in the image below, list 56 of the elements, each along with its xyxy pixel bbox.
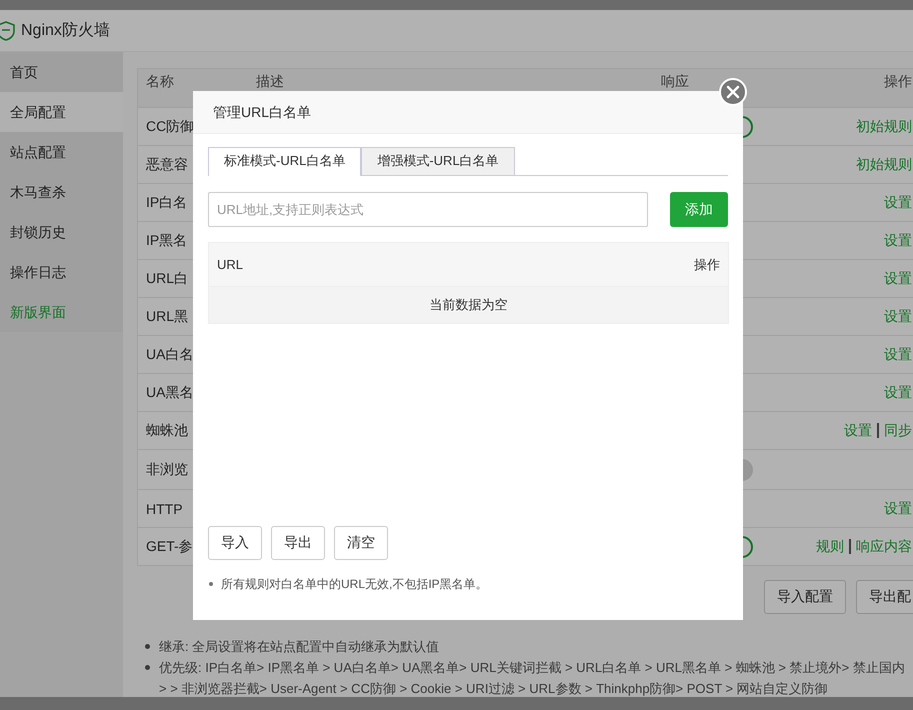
table-cell: 恶意容: [146, 156, 188, 172]
table-cell: IP黑名: [146, 232, 188, 248]
action-link[interactable]: 设置: [884, 232, 912, 250]
note-text: 继承: 全局设置将在站点配置中自动继承为默认值: [159, 638, 440, 656]
action-link[interactable]: 同步: [884, 422, 912, 440]
sidebar-item[interactable]: 新版界面: [0, 292, 123, 332]
add-button[interactable]: 添加: [670, 192, 728, 227]
app-title: Nginx防火墙: [21, 20, 110, 41]
dialog-title: 管理URL白名单: [193, 91, 743, 134]
table-cell: HTTP: [146, 500, 183, 516]
table-cell: 蜘蛛池: [146, 422, 188, 438]
tab[interactable]: 增强模式-URL白名单: [361, 147, 515, 175]
action-link[interactable]: 初始规则: [856, 118, 912, 136]
action-link[interactable]: 设置: [884, 308, 912, 326]
config-button[interactable]: 导出配: [856, 580, 913, 614]
sidebar-item[interactable]: 首页: [0, 52, 123, 92]
config-button[interactable]: 导入配置: [764, 580, 846, 614]
bullet-icon: [145, 644, 150, 649]
action-link[interactable]: 设置: [884, 500, 912, 518]
action-link[interactable]: 设置: [884, 346, 912, 364]
table-cell: UA白名: [146, 346, 194, 362]
url-field[interactable]: URL地址,支持正则表达式: [208, 192, 648, 227]
table-cell: IP白名: [146, 194, 188, 210]
sidebar-item[interactable]: 全局配置: [0, 92, 123, 132]
tab[interactable]: 标准模式-URL白名单: [208, 147, 362, 176]
action-link[interactable]: 设置: [884, 270, 912, 288]
table-cell: URL白: [146, 270, 188, 286]
sidebar-item[interactable]: 封锁历史: [0, 212, 123, 252]
note-text: 优先级: IP白名单> IP黑名单 > UA白名单> UA黑名单> URL关键词拦截 > URL白名单 > URL黑名单 > 蜘蛛池 > 禁止境外> 禁止国内> > 非浏览器拦截> User-Agent > CC防御 > Cookie > URI过滤 > URL参数 > Thinkphp防御> POST > 网站自定义防御: [159, 659, 906, 697]
action-link[interactable]: 设置: [884, 194, 912, 212]
action-link[interactable]: 初始规则: [856, 156, 912, 174]
table-cell: UA黑名: [146, 384, 194, 400]
sidebar-item[interactable]: 操作日志: [0, 252, 123, 292]
column-header: 操作: [884, 73, 912, 91]
column-header: 描述: [256, 73, 284, 89]
dialog-button[interactable]: 导入: [208, 526, 262, 560]
action-link[interactable]: 响应内容: [856, 538, 912, 556]
column-header: 名称: [145, 72, 175, 91]
action-link[interactable]: 设置: [884, 384, 912, 402]
column-header: 响应: [661, 73, 689, 91]
dialog-button[interactable]: 清空: [334, 526, 388, 560]
column-header: 操作: [694, 256, 720, 274]
column-header: URL: [217, 257, 244, 272]
bullet-icon: [145, 665, 150, 670]
empty-message: 当前数据为空: [430, 296, 508, 314]
bullet-icon: [209, 582, 213, 586]
table-cell: URL黑: [146, 308, 188, 324]
table-cell: GET-参: [146, 538, 193, 554]
table-cell: CC防御: [146, 118, 194, 134]
sidebar-item[interactable]: 站点配置: [0, 132, 123, 172]
note-text: 所有规则对白名单中的URL无效,不包括IP黑名单。: [221, 576, 488, 592]
action-link[interactable]: 规则: [816, 538, 844, 556]
action-link[interactable]: 设置: [844, 422, 872, 440]
sidebar-item[interactable]: 木马查杀: [0, 172, 123, 212]
dialog-button[interactable]: 导出: [271, 526, 325, 560]
table-cell: 非浏览: [146, 460, 188, 476]
